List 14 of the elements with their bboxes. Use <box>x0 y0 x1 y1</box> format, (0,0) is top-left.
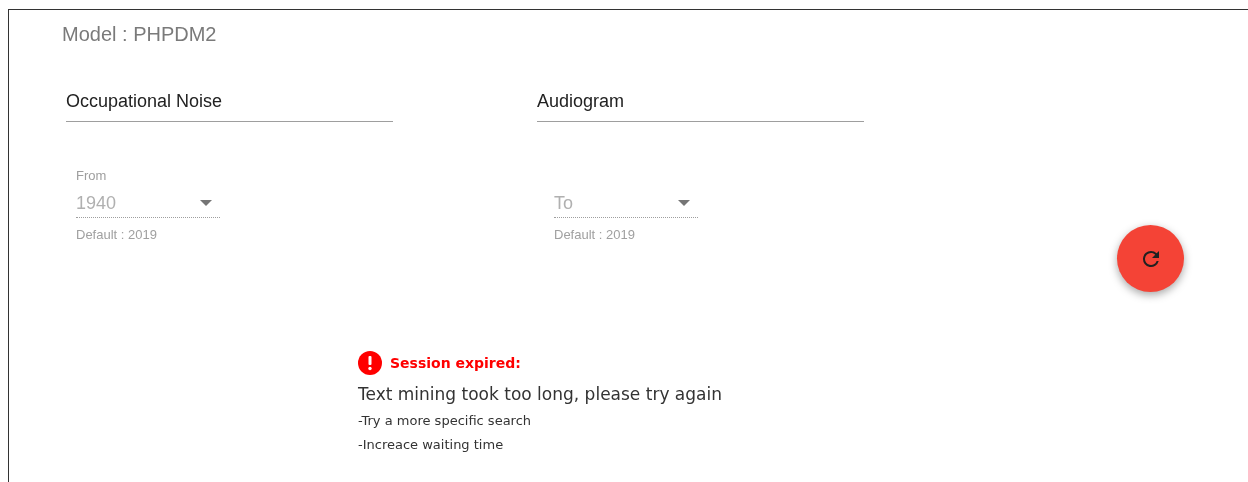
helper-text: Default : 2019 <box>76 227 157 243</box>
text-field[interactable]: Audiogram <box>537 83 864 122</box>
error-icon <box>358 351 382 375</box>
error-tip: -Increace waiting time <box>358 437 504 452</box>
dropdown-caret-icon <box>678 199 690 206</box>
text-field[interactable]: Occupational Noise <box>66 83 393 122</box>
error-tip: -Try a more specific search <box>358 413 532 428</box>
error-title: Session expired: <box>390 355 521 371</box>
helper-text: Default : 2019 <box>554 227 635 243</box>
dropdown-caret-icon <box>200 199 212 206</box>
refresh-button[interactable] <box>1117 225 1184 292</box>
select-label: From <box>76 168 107 184</box>
error-message: Text mining took too long, please try again <box>358 384 722 404</box>
model-title: Model : PHPDM2 <box>62 22 217 46</box>
